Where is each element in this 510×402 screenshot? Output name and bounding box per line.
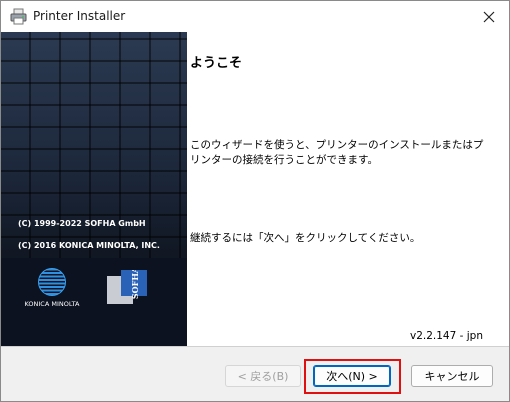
installer-window: Printer Installer (C) 1999-2022 SOFHA Gm… (0, 0, 510, 402)
wizard-content: (C) 1999-2022 SOFHA GmbH (C) 2016 KONICA… (1, 32, 509, 346)
sofha-logo: SOFHA (107, 266, 147, 304)
main-panel: ようこそ このウィザードを使うと、プリンターのインストールまたはプリンターの接続… (187, 32, 509, 346)
next-button[interactable]: 次へ(N) > (313, 365, 391, 387)
back-button[interactable]: < 戻る(B) (225, 365, 301, 387)
copyright-sofha: (C) 1999-2022 SOFHA GmbH (18, 219, 146, 228)
version-label: v2.2.147 - jpn (410, 330, 483, 342)
sidebar-banner: (C) 1999-2022 SOFHA GmbH (C) 2016 KONICA… (1, 32, 187, 346)
svg-text:SOFHA: SOFHA (130, 270, 140, 299)
konica-minolta-logo-text: KONICA MINOLTA (24, 300, 80, 308)
close-button[interactable] (475, 4, 503, 30)
window-title: Printer Installer (33, 9, 126, 23)
konica-minolta-logo: KONICA MINOLTA (24, 268, 80, 308)
title-bar: Printer Installer (1, 1, 509, 32)
copyright-konica: (C) 2016 KONICA MINOLTA, INC. (18, 241, 160, 250)
cancel-button[interactable]: キャンセル (411, 365, 493, 387)
page-title: ようこそ (190, 56, 243, 71)
printer-icon (10, 8, 27, 25)
close-icon (483, 8, 495, 27)
konica-minolta-globe-icon (38, 268, 66, 296)
description-text: このウィザードを使うと、プリンターのインストールまたはプリンターの接続を行うこと… (190, 139, 484, 166)
button-bar: < 戻る(B) 次へ(N) > キャンセル (1, 347, 509, 401)
instruction-text: 継続するには「次へ」をクリックしてください。 (190, 232, 421, 244)
